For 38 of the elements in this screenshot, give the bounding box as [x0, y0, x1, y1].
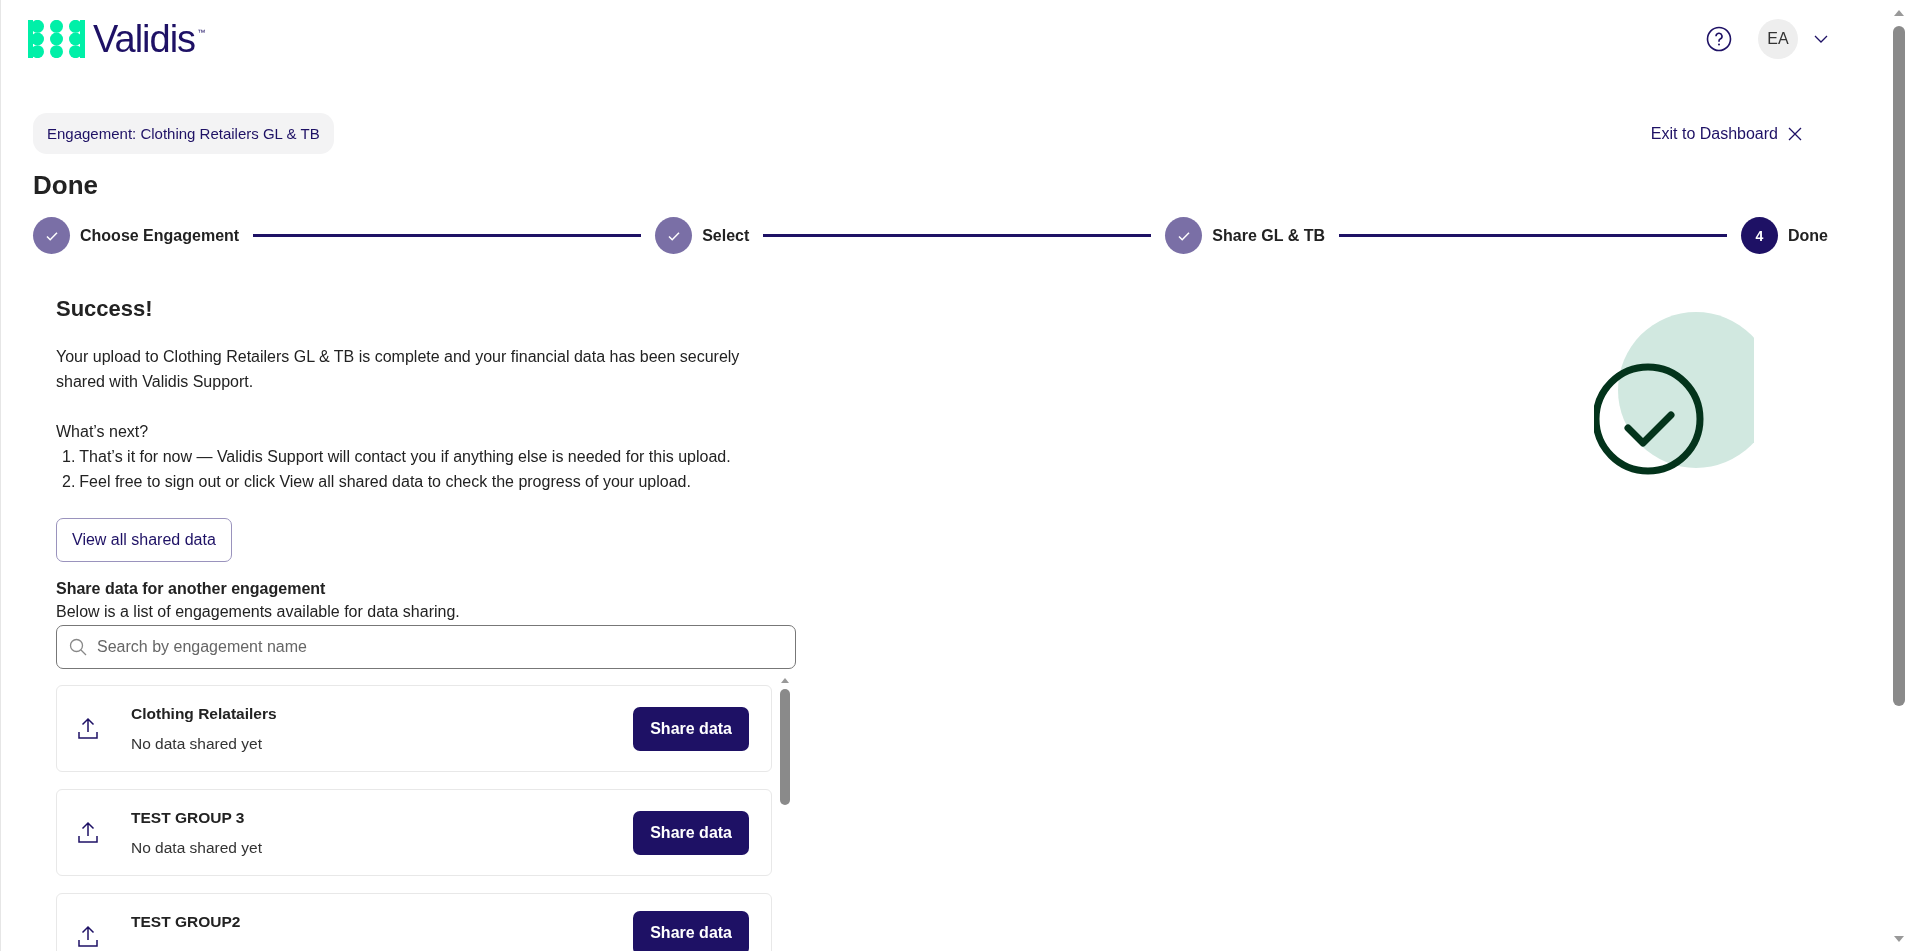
share-data-button[interactable]: Share data: [633, 911, 749, 951]
list-number: 2.: [62, 472, 76, 492]
next-heading: What’s next?: [56, 422, 150, 442]
engagement-status: No data shared yet: [131, 839, 263, 857]
step-number-marker: 4: [1741, 217, 1778, 254]
logo-wordmark: Validis: [93, 17, 196, 61]
search-field[interactable]: Search by engagement name: [56, 625, 796, 669]
logo-icon: [28, 20, 85, 58]
page-title: Done: [33, 170, 99, 201]
engagement-pill: Engagement: Clothing Retailers GL & TB: [33, 113, 334, 154]
engagement-name: TEST GROUP2: [131, 913, 242, 931]
success-heading: Success!: [56, 296, 154, 322]
trademark-mark: ™: [197, 27, 206, 37]
next-step-text: Feel free to sign out or click View all shared data to check the progress of your upload.: [79, 472, 691, 492]
close-icon: [1788, 126, 1802, 141]
engagement-name: Clothing Relatailers: [131, 705, 278, 723]
share-data-button[interactable]: Share data: [633, 706, 749, 751]
list-number: 1.: [62, 447, 76, 467]
success-message: Your upload to Clothing Retailers GL & TB is complete and your financial data has been securely shared with Validis Support.: [56, 347, 741, 392]
chevron-down-icon[interactable]: [1814, 34, 1828, 44]
step-label: Select: [702, 226, 750, 245]
step-label: Done: [1788, 226, 1828, 245]
step-label: Share GL & TB: [1212, 226, 1325, 245]
next-step-text: That’s it for now — Validis Support will contact you if anything else is needed for this upload.: [79, 447, 731, 467]
step-label: Choose Engagement: [80, 226, 240, 245]
user-avatar[interactable]: EA: [1758, 19, 1798, 59]
upload-icon: [77, 924, 99, 950]
help-icon[interactable]: [1706, 26, 1732, 52]
search-icon: [69, 638, 87, 656]
upload-icon: [77, 715, 99, 742]
section-heading: Share data for another engagement: [56, 580, 327, 598]
exit-to-dashboard-link[interactable]: Exit to Dashboard: [1644, 123, 1808, 144]
engagement-name: TEST GROUP 3: [131, 809, 246, 827]
section-description: Below is a list of engagements available for data sharing.: [56, 602, 461, 622]
upload-icon: [77, 819, 99, 846]
view-all-shared-data-button[interactable]: View all shared data: [56, 518, 232, 562]
share-data-button[interactable]: Share data: [633, 810, 749, 855]
engagement-status: No data shared yet: [131, 735, 263, 753]
